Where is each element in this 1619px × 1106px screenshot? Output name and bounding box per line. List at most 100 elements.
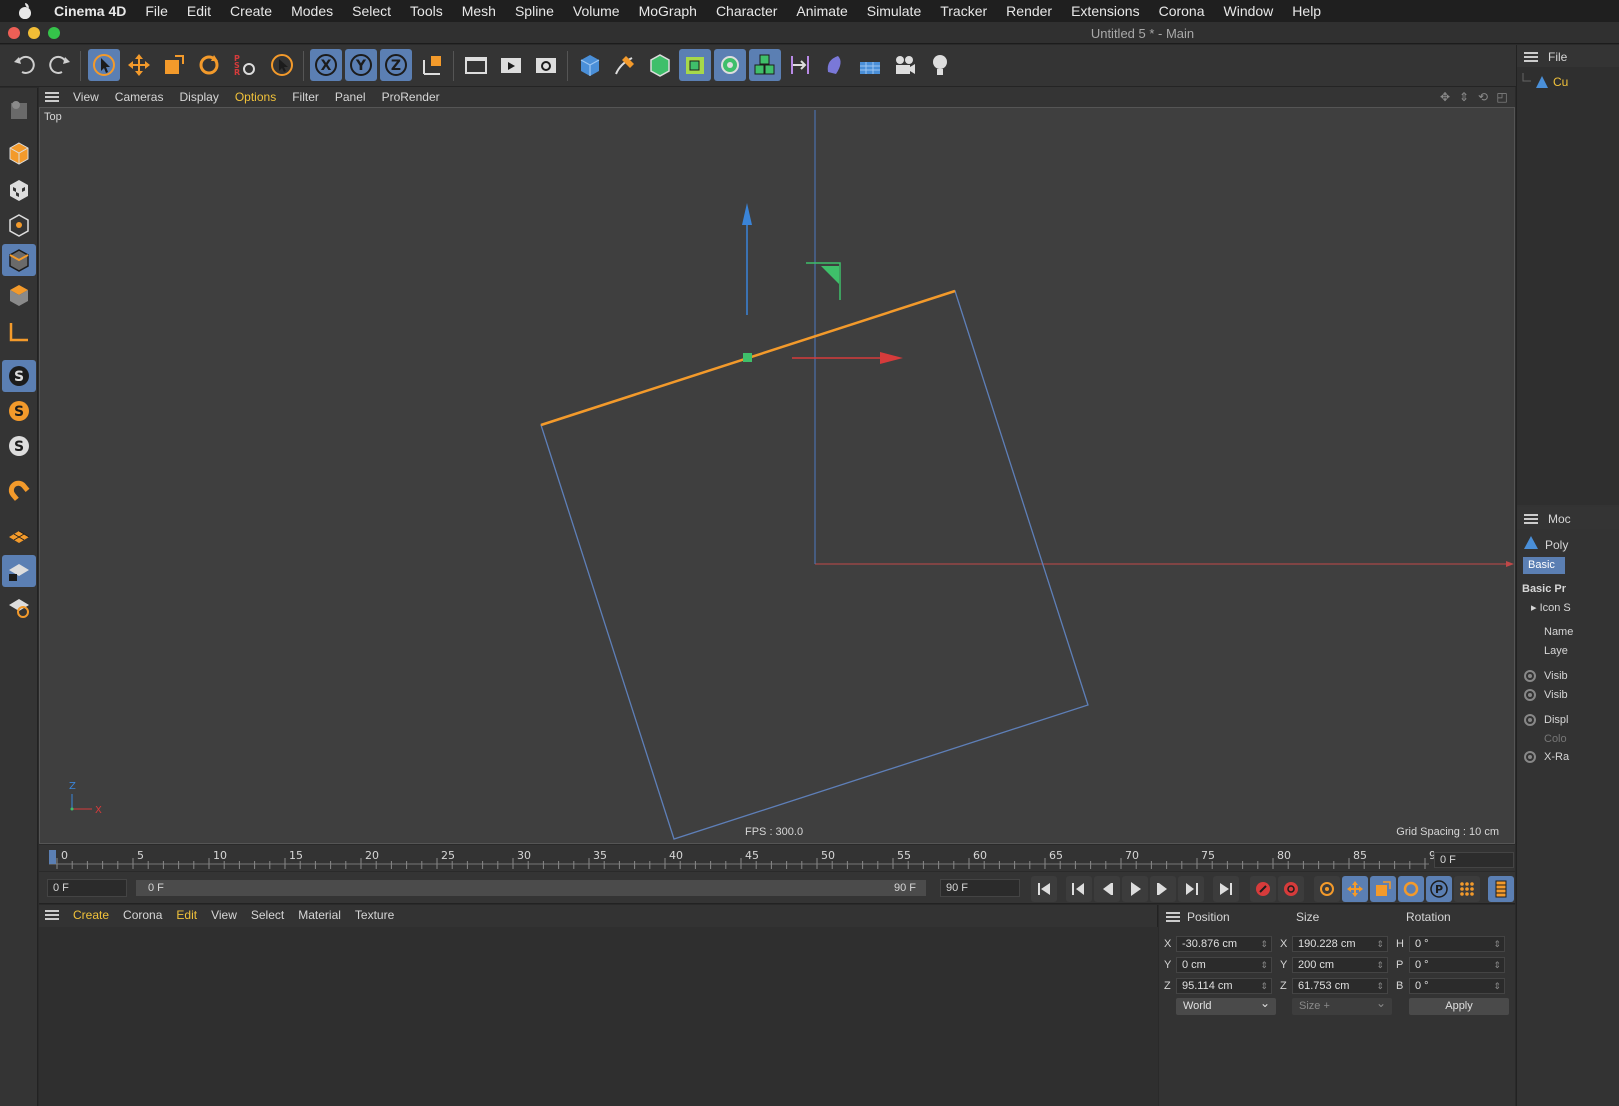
menu-help[interactable]: Help bbox=[1292, 3, 1321, 19]
record-position-icon[interactable] bbox=[1342, 876, 1368, 902]
menu-edit[interactable]: Edit bbox=[187, 3, 211, 19]
toggle-layout-icon[interactable]: ◰ bbox=[1495, 90, 1509, 104]
y-axis-lock-button[interactable]: Y bbox=[345, 49, 377, 81]
timeline-window-icon[interactable] bbox=[1488, 876, 1514, 902]
viewport-menu-view[interactable]: View bbox=[73, 90, 99, 104]
x-axis-lock-button[interactable]: X bbox=[310, 49, 342, 81]
tab-basic[interactable]: Basic bbox=[1523, 557, 1565, 574]
psr-icon[interactable]: PSR bbox=[228, 49, 260, 81]
material-menu-corona[interactable]: Corona bbox=[123, 908, 162, 922]
z-axis-lock-button[interactable]: Z bbox=[380, 49, 412, 81]
next-key-icon[interactable] bbox=[1178, 876, 1204, 902]
texture-mode-icon[interactable] bbox=[2, 174, 36, 206]
time-range-slider[interactable]: 0 F 90 F bbox=[136, 880, 926, 896]
object-name[interactable]: Cu bbox=[1553, 75, 1568, 89]
size-mode-dropdown[interactable]: Size + bbox=[1292, 995, 1392, 1015]
visible-editor-toggle[interactable] bbox=[1524, 670, 1536, 682]
menu-animate[interactable]: Animate bbox=[796, 3, 847, 19]
menu-window[interactable]: Window bbox=[1224, 3, 1274, 19]
edge-mode-icon[interactable] bbox=[2, 244, 36, 276]
rotation-h-field[interactable]: 0 ° bbox=[1409, 936, 1505, 952]
position-x-field[interactable]: -30.876 cm bbox=[1176, 936, 1272, 952]
display-color-toggle[interactable] bbox=[1524, 714, 1536, 726]
object-manager-menu-icon[interactable] bbox=[1524, 52, 1538, 62]
render-view-icon[interactable] bbox=[495, 49, 527, 81]
record-rotation-icon[interactable] bbox=[1398, 876, 1424, 902]
point-mode-icon[interactable] bbox=[2, 209, 36, 241]
visible-renderer-toggle[interactable] bbox=[1524, 689, 1536, 701]
attribute-manager-menu-icon[interactable] bbox=[1524, 514, 1538, 524]
top-viewport[interactable]: Z X Top FPS : 300.0 Grid Spacing : 10 cm bbox=[39, 107, 1515, 844]
size-z-field[interactable]: 61.753 cm bbox=[1292, 978, 1388, 994]
material-menu-texture[interactable]: Texture bbox=[355, 908, 394, 922]
menu-volume[interactable]: Volume bbox=[573, 3, 620, 19]
record-scale-icon[interactable] bbox=[1370, 876, 1396, 902]
array-icon[interactable] bbox=[679, 49, 711, 81]
pan-view-icon[interactable]: ✥ bbox=[1438, 90, 1452, 104]
scale-icon[interactable] bbox=[158, 49, 190, 81]
light-icon[interactable] bbox=[924, 49, 956, 81]
menu-tools[interactable]: Tools bbox=[410, 3, 443, 19]
field-icon[interactable] bbox=[819, 49, 851, 81]
snap-settings-icon[interactable]: S bbox=[2, 395, 36, 427]
position-y-field[interactable]: 0 cm bbox=[1176, 957, 1272, 973]
menu-select[interactable]: Select bbox=[352, 3, 391, 19]
autokeying-icon[interactable] bbox=[1278, 876, 1304, 902]
move-icon[interactable] bbox=[123, 49, 155, 81]
coordinate-system-icon[interactable] bbox=[417, 49, 449, 81]
viewport-menu-filter[interactable]: Filter bbox=[292, 90, 319, 104]
pen-icon[interactable] bbox=[609, 49, 641, 81]
current-frame-field[interactable]: 0 F bbox=[1434, 852, 1514, 868]
select-arrow-icon[interactable] bbox=[88, 49, 120, 81]
material-menu-select[interactable]: Select bbox=[251, 908, 284, 922]
previous-key-icon[interactable] bbox=[1066, 876, 1092, 902]
rotate-icon[interactable] bbox=[193, 49, 225, 81]
subdivision-icon[interactable] bbox=[644, 49, 676, 81]
menu-corona[interactable]: Corona bbox=[1159, 3, 1205, 19]
rotation-b-field[interactable]: 0 ° bbox=[1409, 978, 1505, 994]
material-menu-view[interactable]: View bbox=[211, 908, 237, 922]
menu-app-name[interactable]: Cinema 4D bbox=[54, 3, 126, 19]
menu-simulate[interactable]: Simulate bbox=[867, 3, 921, 19]
material-menu-create[interactable]: Create bbox=[73, 908, 109, 922]
lock-workplane-icon[interactable] bbox=[2, 555, 36, 587]
attribute-manager-menu-mode[interactable]: Moc bbox=[1548, 512, 1571, 526]
cube-icon[interactable] bbox=[574, 49, 606, 81]
menu-mesh[interactable]: Mesh bbox=[462, 3, 496, 19]
material-menu-icon[interactable] bbox=[45, 910, 59, 920]
model-mode-icon[interactable] bbox=[2, 137, 36, 169]
polygon-mode-icon[interactable] bbox=[2, 279, 36, 311]
timeline-ruler[interactable]: 051015202530354045505560657075808590 0 F bbox=[39, 845, 1515, 871]
position-z-field[interactable]: 95.114 cm bbox=[1176, 978, 1272, 994]
viewport-menu-prorender[interactable]: ProRender bbox=[382, 90, 440, 104]
material-menu-material[interactable]: Material bbox=[298, 908, 341, 922]
coordinate-space-dropdown[interactable]: World bbox=[1176, 995, 1276, 1015]
goto-end-icon[interactable] bbox=[1213, 876, 1239, 902]
previous-frame-icon[interactable] bbox=[1094, 876, 1120, 902]
menu-file[interactable]: File bbox=[145, 3, 168, 19]
play-icon[interactable] bbox=[1122, 876, 1148, 902]
undo-icon[interactable] bbox=[9, 49, 41, 81]
viewport-menu-display[interactable]: Display bbox=[179, 90, 218, 104]
viewport-menu-panel[interactable]: Panel bbox=[335, 90, 366, 104]
apple-icon[interactable] bbox=[18, 3, 32, 19]
object-list[interactable]: Cu bbox=[1517, 67, 1619, 505]
size-x-field[interactable]: 190.228 cm bbox=[1292, 936, 1388, 952]
cloner-icon[interactable] bbox=[714, 49, 746, 81]
magnet-icon[interactable] bbox=[2, 475, 36, 507]
keyframe-selection-icon[interactable] bbox=[1314, 876, 1340, 902]
record-point-level-icon[interactable] bbox=[1454, 876, 1480, 902]
object-manager-menu-file[interactable]: File bbox=[1548, 50, 1567, 64]
min-time-field[interactable]: 0 F bbox=[47, 879, 127, 897]
icon-settings-group[interactable]: ▸ Icon S bbox=[1531, 601, 1571, 614]
material-list-area[interactable] bbox=[39, 927, 1158, 1106]
viewport-menu-options[interactable]: Options bbox=[235, 90, 276, 104]
rotate-view-icon[interactable]: ⟲ bbox=[1476, 90, 1490, 104]
viewport-menu-icon[interactable] bbox=[45, 92, 59, 102]
render-settings-icon[interactable] bbox=[530, 49, 562, 81]
menu-spline[interactable]: Spline bbox=[515, 3, 554, 19]
viewport-menu-cameras[interactable]: Cameras bbox=[115, 90, 164, 104]
rotation-p-field[interactable]: 0 ° bbox=[1409, 957, 1505, 973]
camera-icon[interactable] bbox=[889, 49, 921, 81]
menu-extensions[interactable]: Extensions bbox=[1071, 3, 1139, 19]
